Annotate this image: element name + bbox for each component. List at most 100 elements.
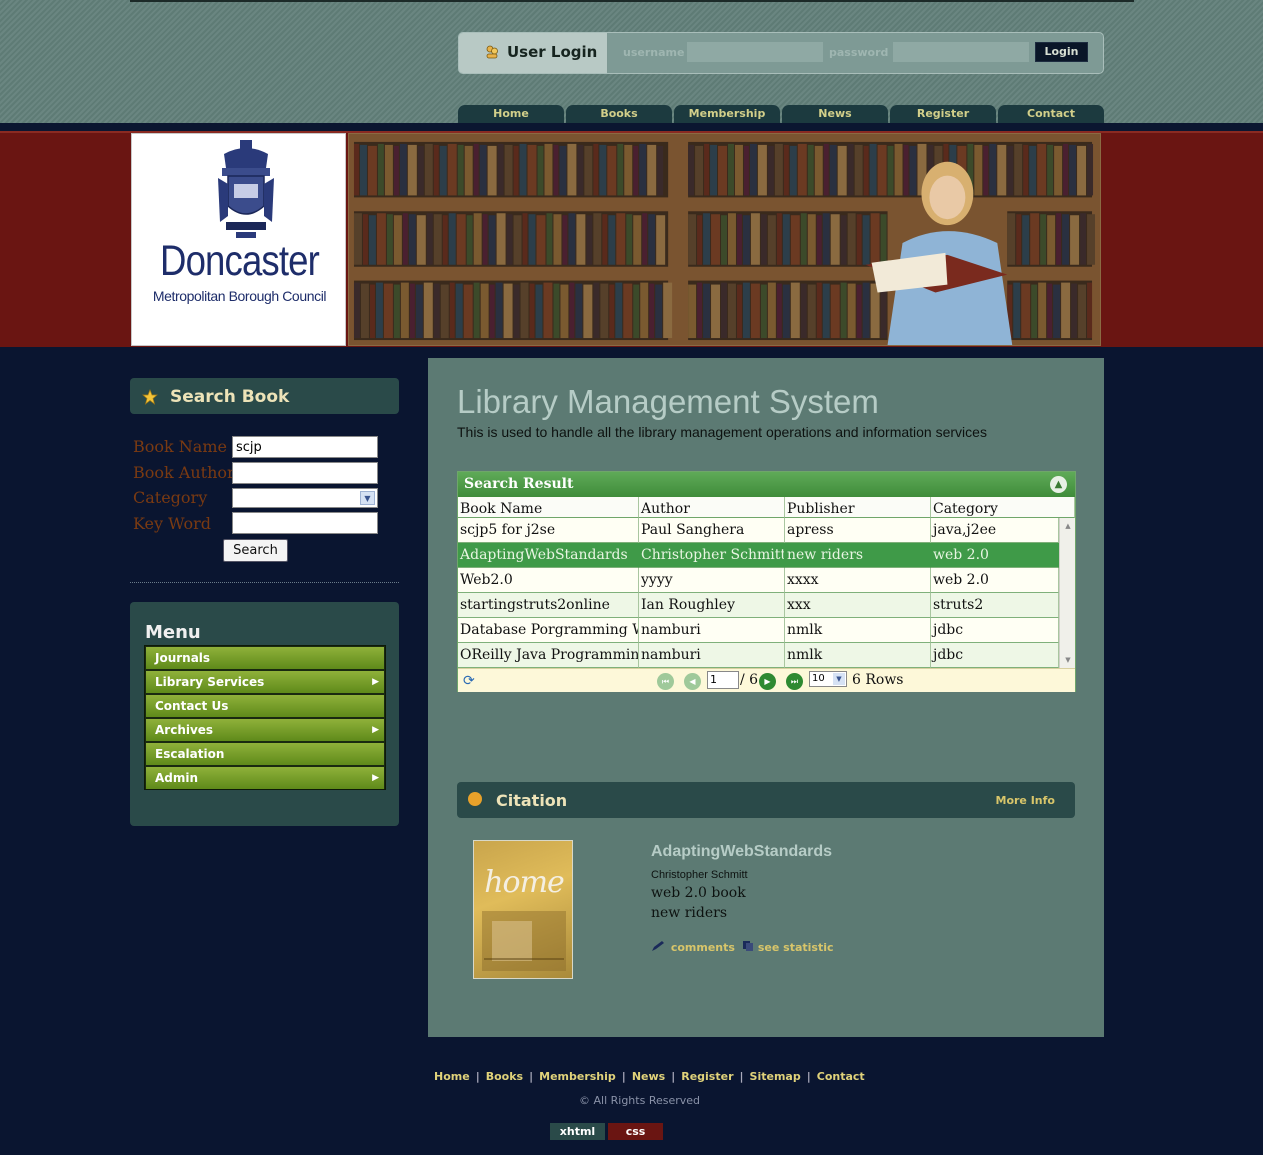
book-spine	[822, 283, 830, 339]
more-info-link[interactable]: More Info	[996, 794, 1056, 807]
book-spine	[586, 215, 593, 265]
page-size-select[interactable]: 10 ▼	[809, 671, 847, 687]
table-row[interactable]: Database Porgramming With namburi nmlk j…	[458, 618, 1059, 643]
book-spine	[568, 213, 576, 265]
footer-link-books[interactable]: Books	[486, 1070, 523, 1083]
comments-link[interactable]: comments	[651, 940, 735, 954]
footer-link-membership[interactable]: Membership	[539, 1070, 616, 1083]
footer-link-register[interactable]: Register	[681, 1070, 733, 1083]
footer-link-contact[interactable]: Contact	[817, 1070, 865, 1083]
search-button[interactable]: Search	[223, 539, 288, 562]
book-spine	[797, 143, 807, 196]
css-badge[interactable]: css	[608, 1123, 663, 1140]
book-spine	[877, 144, 887, 196]
menu-item-library-services[interactable]: Library Services ▶	[146, 671, 384, 693]
book-spine	[989, 143, 997, 196]
book-spine	[535, 284, 543, 339]
first-page-icon[interactable]: ⏮	[657, 673, 674, 690]
book-spine	[1016, 214, 1022, 265]
menu-item-escalation[interactable]: Escalation	[146, 743, 384, 765]
book-spine	[426, 213, 433, 265]
nav-register[interactable]: Register	[890, 105, 996, 123]
book-spine	[774, 143, 783, 196]
footer-link-news[interactable]: News	[632, 1070, 665, 1083]
table-row[interactable]: Web2.0 yyyy xxxx web 2.0	[458, 568, 1059, 593]
nav-home[interactable]: Home	[458, 105, 564, 123]
book-spine	[727, 283, 736, 339]
cell-category: web 2.0	[931, 543, 1059, 568]
book-spine	[399, 143, 407, 196]
column-header-category[interactable]: Category	[931, 497, 1075, 518]
book-spine	[615, 282, 623, 339]
nav-contact[interactable]: Contact	[998, 105, 1104, 123]
book-spine	[1013, 282, 1021, 339]
book-spine	[1080, 213, 1087, 265]
keyword-input[interactable]	[232, 512, 378, 534]
page-number-input[interactable]: 1	[707, 671, 739, 689]
book-spine	[455, 283, 463, 339]
footer-link-sitemap[interactable]: Sitemap	[750, 1070, 801, 1083]
password-label: password	[829, 46, 889, 59]
book-spine	[442, 215, 448, 265]
menu-item-archives[interactable]: Archives ▶	[146, 719, 384, 741]
search-book-title: Search Book	[170, 387, 290, 407]
book-spine	[790, 282, 800, 339]
refresh-icon[interactable]: ⟳	[463, 673, 479, 689]
page-description: This is used to handle all the library m…	[457, 424, 987, 440]
prev-page-icon[interactable]: ◀	[684, 673, 701, 690]
menu-item-journals[interactable]: Journals	[146, 647, 384, 669]
category-select[interactable]: ▼	[232, 488, 378, 508]
book-spine	[463, 284, 473, 339]
book-spine	[633, 145, 639, 196]
password-input[interactable]	[893, 42, 1029, 62]
next-page-icon[interactable]: ▶	[759, 673, 776, 690]
book-spine	[840, 215, 847, 265]
username-input[interactable]	[687, 42, 823, 62]
column-header-publisher[interactable]: Publisher	[785, 497, 931, 518]
book-spine	[488, 215, 496, 265]
grid-scrollbar[interactable]: ▲ ▼	[1059, 518, 1075, 668]
book-name-input[interactable]	[232, 436, 378, 458]
book-spine	[1037, 143, 1047, 196]
chevron-down-icon: ▼	[360, 491, 375, 505]
book-spine	[782, 214, 790, 265]
book-spine	[640, 282, 649, 339]
nav-books[interactable]: Books	[566, 105, 672, 123]
nav-membership[interactable]: Membership	[674, 105, 780, 123]
comments-label: comments	[670, 941, 735, 954]
column-header-author[interactable]: Author	[639, 497, 785, 518]
book-spine	[767, 215, 776, 265]
page-title: Library Management System	[457, 383, 879, 420]
book-spine	[711, 214, 721, 265]
table-row[interactable]: startingstruts2online Ian Roughley xxx s…	[458, 593, 1059, 618]
last-page-icon[interactable]: ⏭	[786, 673, 803, 690]
star-icon	[142, 389, 158, 405]
book-spine	[609, 284, 615, 339]
table-row-selected[interactable]: AdaptingWebStandards Christopher Schmitt…	[458, 543, 1059, 568]
book-spine	[1063, 143, 1069, 196]
see-statistic-link[interactable]: see statistic	[742, 940, 834, 954]
book-spine	[847, 213, 856, 265]
scroll-up-icon[interactable]: ▲	[1062, 520, 1074, 532]
book-spine	[553, 144, 559, 196]
footer-link-home[interactable]: Home	[434, 1070, 470, 1083]
menu-item-contact-us[interactable]: Contact Us	[146, 695, 384, 717]
scroll-down-icon[interactable]: ▼	[1062, 654, 1074, 666]
book-spine	[393, 284, 400, 339]
xhtml-badge[interactable]: xhtml	[550, 1123, 605, 1140]
menu-item-admin[interactable]: Admin ▶	[146, 767, 384, 789]
table-row[interactable]: OReilly Java Programming wi namburi nmlk…	[458, 643, 1059, 668]
login-button[interactable]: Login	[1035, 42, 1088, 62]
cell-book-name: Web2.0	[458, 568, 639, 593]
book-spine	[503, 283, 513, 339]
book-spine	[816, 215, 822, 265]
book-spine	[456, 214, 466, 265]
book-author-input[interactable]	[232, 462, 378, 484]
book-spine	[544, 143, 553, 196]
users-icon	[486, 45, 498, 59]
column-header-book-name[interactable]: Book Name	[458, 497, 639, 518]
collapse-icon[interactable]: ▲	[1050, 476, 1067, 493]
table-row[interactable]: scjp5 for j2se Paul Sanghera apress java…	[458, 518, 1059, 543]
menu-item-label: Admin	[155, 771, 199, 785]
nav-news[interactable]: News	[782, 105, 888, 123]
